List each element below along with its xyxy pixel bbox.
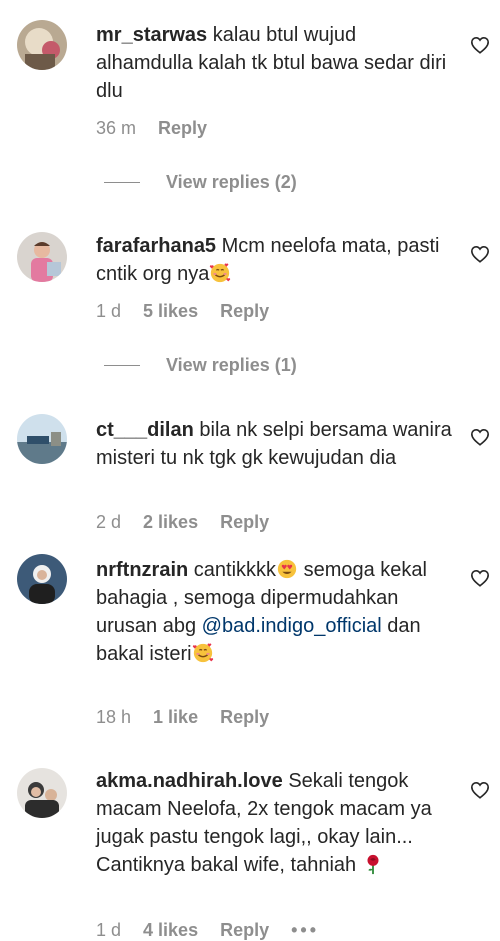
view-replies-button[interactable]: View replies (1) <box>104 355 297 376</box>
comment-meta: 36 m Reply <box>96 118 229 139</box>
more-options-button[interactable]: ••• <box>291 920 319 941</box>
mention-link[interactable]: @bad.indigo_official <box>202 615 382 637</box>
heart-icon[interactable] <box>470 569 490 587</box>
reply-button[interactable]: Reply <box>158 118 207 139</box>
heart-icon[interactable] <box>470 781 490 799</box>
reply-button[interactable]: Reply <box>220 301 269 322</box>
avatar[interactable] <box>17 768 67 818</box>
heart-eyes-icon <box>276 558 298 580</box>
view-replies-label: View replies (1) <box>166 355 297 375</box>
divider-line <box>104 365 140 366</box>
comment-text: farafarhana5 Mcm neelofa mata, pasti cnt… <box>96 232 456 288</box>
comment-body-start: cantikkkk <box>193 559 277 581</box>
avatar[interactable] <box>17 232 67 282</box>
smiling-face-with-hearts-icon <box>209 262 231 284</box>
heart-icon[interactable] <box>470 245 490 263</box>
comment-text: ct___dilan bila nk selpi bersama wanira … <box>96 416 456 472</box>
comment-time: 1 d <box>96 301 122 321</box>
comment-text: akma.nadhirah.love Sekali tengok macam N… <box>96 767 456 879</box>
rose-icon <box>362 853 384 875</box>
avatar[interactable] <box>17 554 67 604</box>
comment-meta: 1 d 4 likes Reply ••• <box>96 920 341 941</box>
comment-time: 2 d <box>96 512 122 532</box>
heart-icon[interactable] <box>470 428 490 446</box>
reply-button[interactable]: Reply <box>220 920 269 941</box>
heart-icon[interactable] <box>470 36 490 54</box>
divider-line <box>104 182 140 183</box>
comment-time: 1 d <box>96 920 122 940</box>
avatar[interactable] <box>17 20 67 70</box>
view-replies-button[interactable]: View replies (2) <box>104 172 297 193</box>
comment-meta: 2 d 2 likes Reply <box>96 512 291 533</box>
comment-text: nrftnzrain cantikkkk semoga kekal bahagi… <box>96 556 456 668</box>
avatar[interactable] <box>17 414 67 464</box>
comment-username[interactable]: farafarhana5 <box>96 235 216 257</box>
comment-meta: 1 d 5 likes Reply <box>96 301 291 322</box>
reply-button[interactable]: Reply <box>220 512 269 533</box>
smiling-face-with-hearts-icon <box>192 642 214 664</box>
comment-text: mr_starwas kalau btul wujud alhamdulla k… <box>96 21 456 105</box>
view-replies-label: View replies (2) <box>166 172 297 192</box>
likes-count[interactable]: 4 likes <box>143 920 198 941</box>
reply-button[interactable]: Reply <box>220 707 269 728</box>
comment-username[interactable]: nrftnzrain <box>96 559 188 581</box>
comment-username[interactable]: mr_starwas <box>96 24 207 46</box>
comment-time: 36 m <box>96 118 137 138</box>
likes-count[interactable]: 2 likes <box>143 512 198 533</box>
comment-username[interactable]: ct___dilan <box>96 419 194 441</box>
likes-count[interactable]: 1 like <box>153 707 198 728</box>
comment-meta: 18 h 1 like Reply <box>96 707 291 728</box>
comment-time: 18 h <box>96 707 132 727</box>
comment-username[interactable]: akma.nadhirah.love <box>96 770 283 792</box>
likes-count[interactable]: 5 likes <box>143 301 198 322</box>
